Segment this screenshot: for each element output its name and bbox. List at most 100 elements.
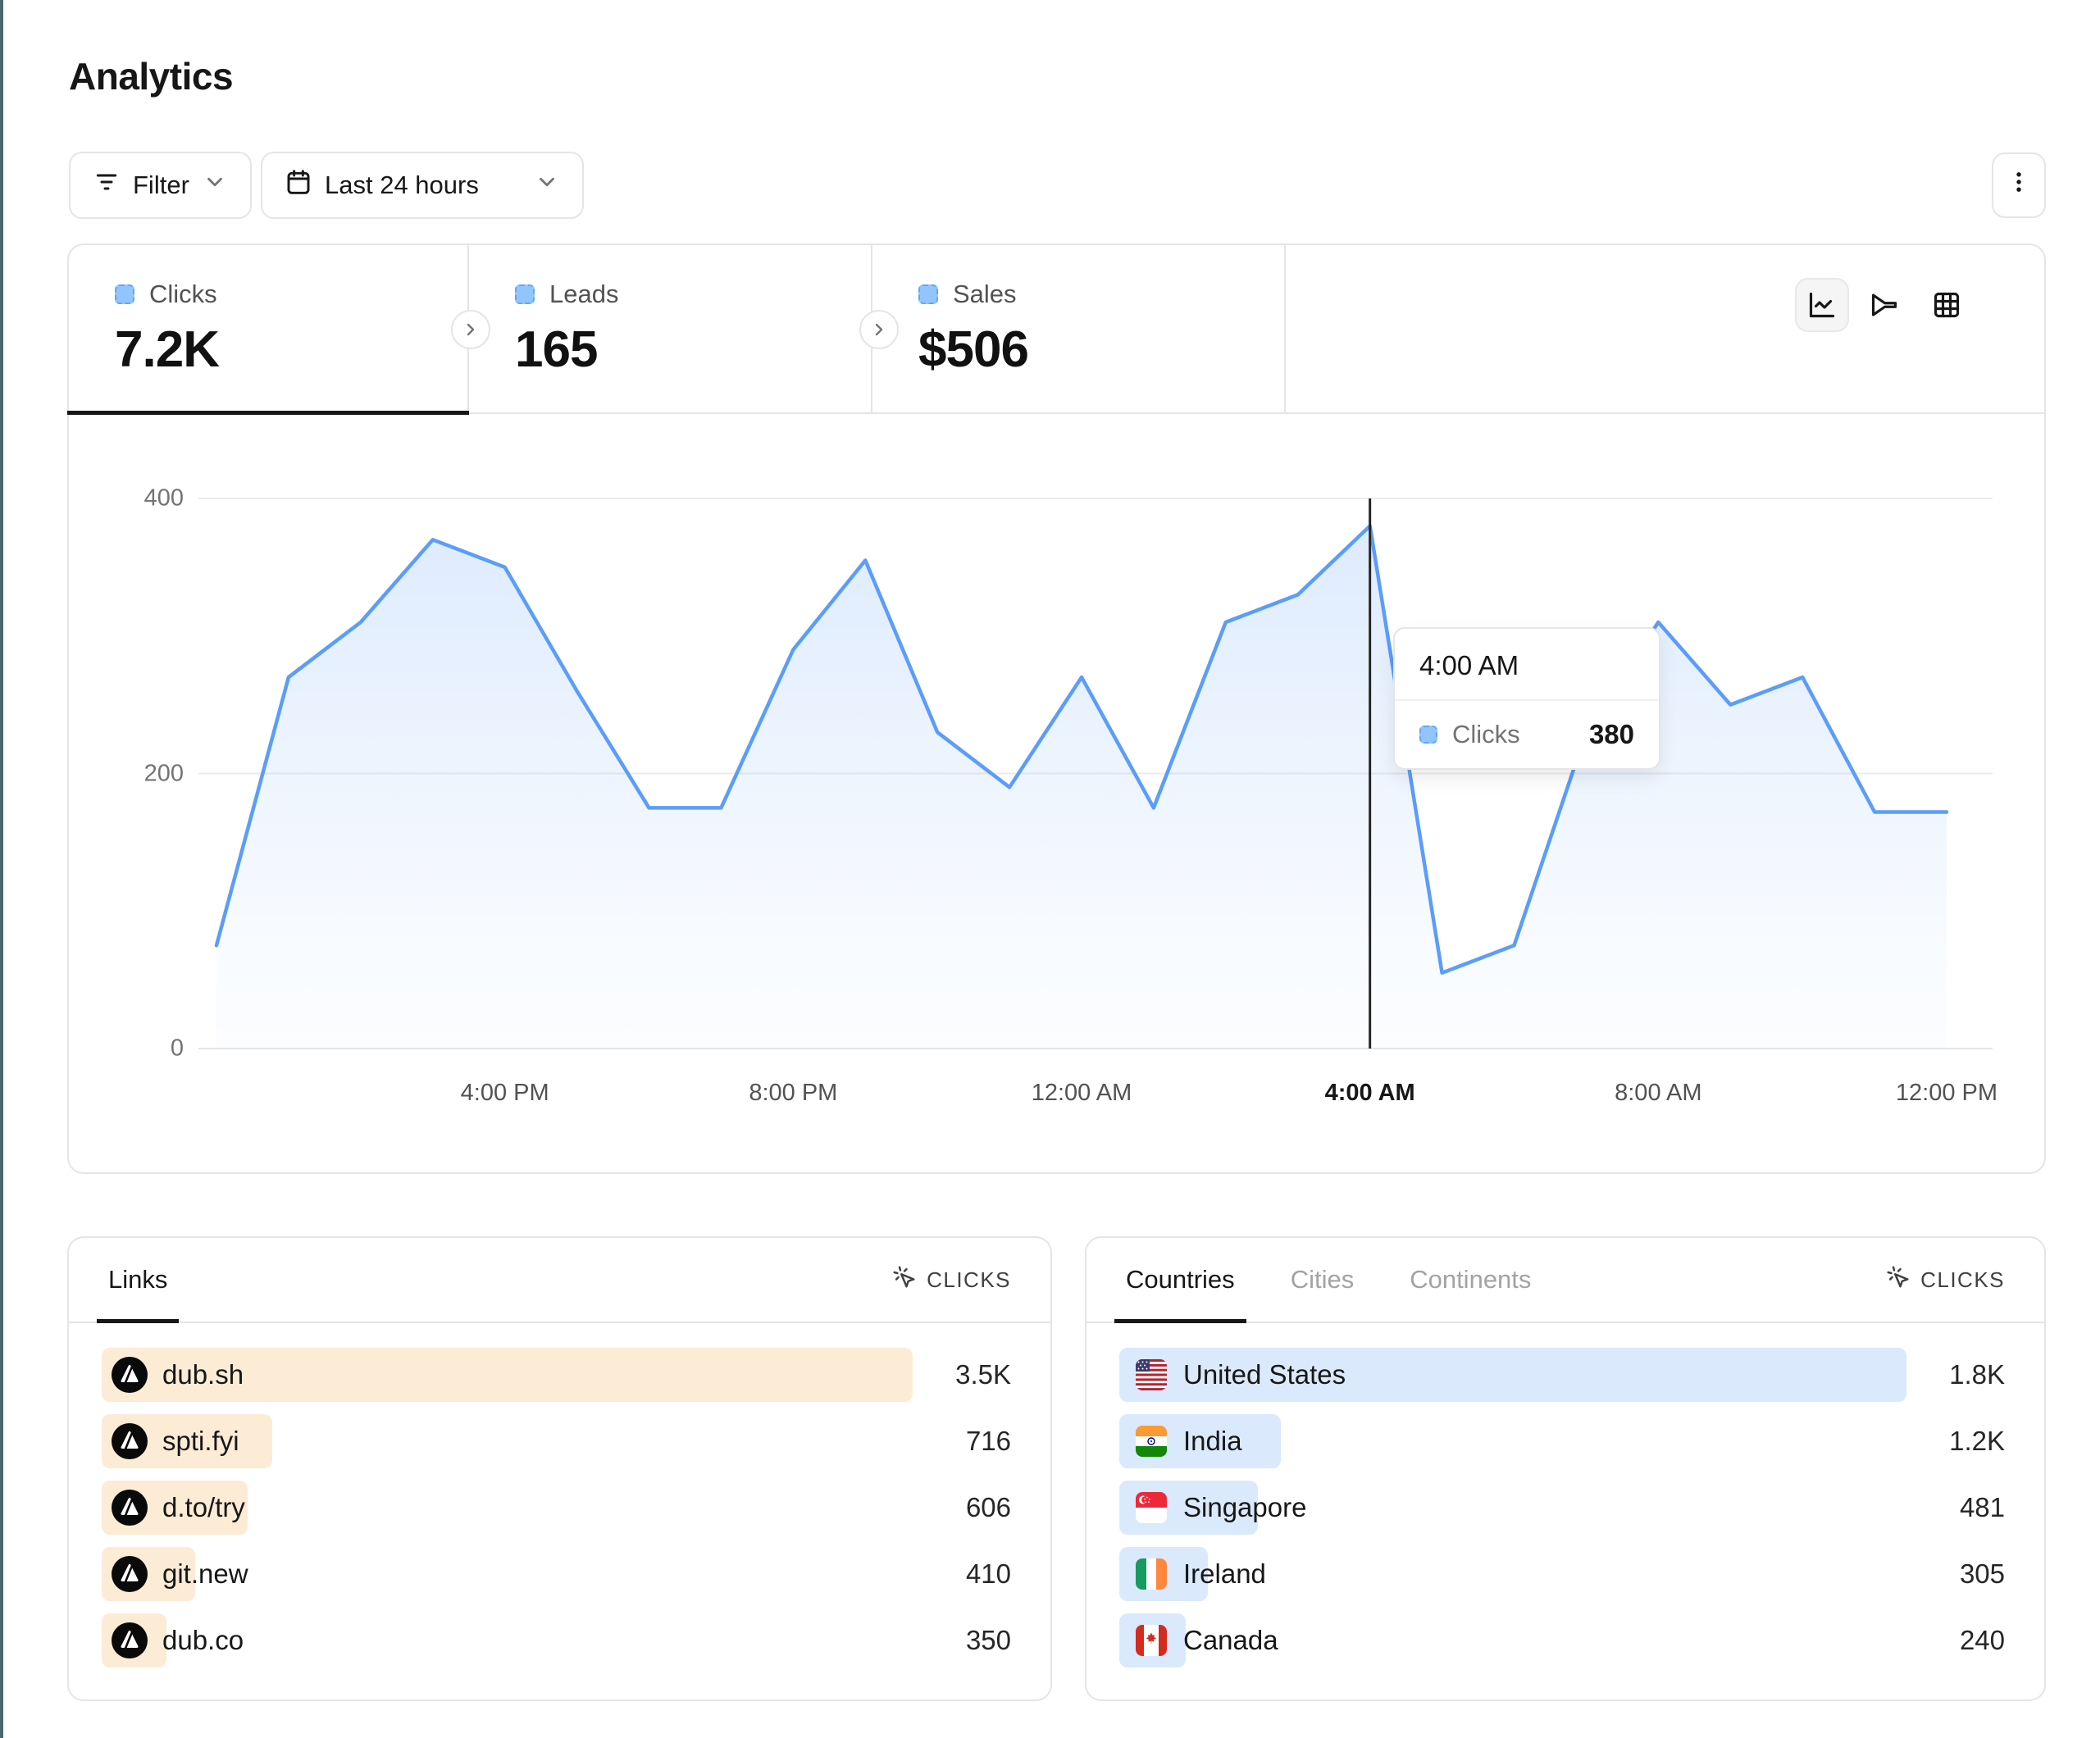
x-axis-tick: 4:00 PM [461, 1080, 549, 1107]
link-label: dub.co [162, 1625, 244, 1656]
active-tab-underline [67, 411, 469, 415]
metric-tabs: Clicks 7.2K Leads 165 Sales $506 [69, 245, 2044, 414]
x-axis-tick: 12:00 PM [1896, 1080, 1998, 1107]
links-metric-label: CLICKS [927, 1267, 1011, 1293]
funnel-chart-icon [1870, 290, 1899, 320]
country-row[interactable]: India 1.2K [1119, 1414, 2005, 1468]
flag-singapore-icon [1136, 1492, 1167, 1523]
clicks-legend-square-icon [115, 284, 134, 304]
x-axis-tick: 8:00 AM [1615, 1080, 1701, 1107]
expand-clicks-leads-button[interactable] [451, 310, 490, 349]
dub-logo-icon [112, 1423, 148, 1459]
country-label: India [1183, 1426, 1242, 1457]
country-clicks-value: 305 [1906, 1558, 2005, 1590]
chevron-down-icon [203, 170, 227, 201]
funnel-view-button[interactable] [1857, 278, 1911, 332]
link-label: d.to/try [162, 1492, 245, 1523]
dub-logo-icon [112, 1357, 148, 1393]
tab-links-label: Links [108, 1265, 167, 1294]
link-clicks-value: 3.5K [913, 1359, 1011, 1390]
tab-leads[interactable]: Leads 165 [469, 245, 872, 412]
country-clicks-value: 1.2K [1906, 1426, 2005, 1457]
cursor-click-icon [1886, 1265, 1911, 1295]
dub-logo-icon [112, 1490, 148, 1526]
line-chart-view-button[interactable] [1795, 278, 1849, 332]
tab-sales[interactable]: Sales $506 [872, 245, 1286, 412]
geo-panel: Countries Cities Continents CLICKS United … [1085, 1236, 2046, 1701]
link-row[interactable]: d.to/try 606 [102, 1481, 1011, 1535]
left-edge-accent [0, 0, 3, 1738]
chart-type-switcher [1795, 278, 1974, 332]
metric-value: 165 [515, 321, 871, 379]
flag-canada-icon [1136, 1625, 1167, 1656]
country-clicks-value: 240 [1906, 1625, 2005, 1656]
link-row[interactable]: dub.co 350 [102, 1613, 1011, 1667]
date-range-button[interactable]: Last 24 hours [261, 152, 584, 219]
link-row[interactable]: git.new 410 [102, 1547, 1011, 1601]
tooltip-series-label: Clicks [1452, 720, 1574, 749]
cursor-click-icon [892, 1265, 917, 1295]
chevron-right-icon [461, 320, 481, 339]
x-axis-tick: 12:00 AM [1032, 1080, 1132, 1107]
chart-tooltip: 4:00 AM Clicks 380 [1393, 627, 1660, 770]
metric-label: Clicks [149, 280, 217, 309]
metric-label: Leads [549, 280, 618, 309]
chevron-right-icon [869, 320, 889, 339]
link-clicks-value: 410 [913, 1558, 1011, 1590]
analytics-card: Clicks 7.2K Leads 165 Sales $506 [67, 243, 2046, 1174]
y-axis-tick: 200 [69, 760, 184, 787]
clicks-area-fill [216, 526, 1947, 1049]
link-clicks-value: 606 [913, 1492, 1011, 1523]
filter-button[interactable]: Filter [69, 152, 252, 219]
metric-value: 7.2K [115, 321, 467, 379]
tooltip-time: 4:00 AM [1395, 629, 1659, 701]
country-row[interactable]: Canada 240 [1119, 1613, 2005, 1667]
dub-logo-icon [112, 1556, 148, 1592]
dub-logo-icon [112, 1622, 148, 1658]
clicks-area-chart[interactable] [71, 444, 2039, 1100]
leads-legend-square-icon [515, 284, 535, 304]
link-clicks-value: 716 [913, 1426, 1011, 1457]
tab-continents[interactable]: Continents [1405, 1238, 1536, 1322]
line-chart-icon [1807, 290, 1837, 320]
tab-clicks[interactable]: Clicks 7.2K [69, 245, 469, 412]
x-axis-tick: 8:00 PM [749, 1080, 837, 1107]
country-clicks-value: 481 [1906, 1492, 2005, 1523]
kebab-menu-icon [2005, 168, 2033, 202]
y-axis-tick: 400 [69, 485, 184, 512]
chevron-down-icon [535, 170, 559, 201]
tooltip-value: 380 [1589, 719, 1634, 750]
tab-links[interactable]: Links [103, 1238, 172, 1322]
more-menu-button[interactable] [1992, 152, 2046, 218]
tab-countries[interactable]: Countries [1121, 1238, 1240, 1322]
link-row[interactable]: dub.sh 3.5K [102, 1348, 1011, 1402]
country-label: Singapore [1183, 1492, 1306, 1523]
link-label: spti.fyi [162, 1426, 239, 1457]
filter-button-label: Filter [133, 171, 189, 200]
y-axis-tick: 0 [69, 1035, 184, 1062]
country-row[interactable]: Singapore 481 [1119, 1481, 2005, 1535]
geo-metric-label: CLICKS [1920, 1267, 2005, 1293]
date-range-label: Last 24 hours [325, 171, 479, 200]
link-row[interactable]: spti.fyi 716 [102, 1414, 1011, 1468]
link-label: dub.sh [162, 1359, 244, 1390]
links-panel: Links CLICKS dub.sh 3.5K spti.fyi 716 d.to/t… [67, 1236, 1052, 1701]
clicks-legend-square-icon [1419, 726, 1437, 744]
country-label: Ireland [1183, 1558, 1266, 1590]
country-label: United States [1183, 1359, 1346, 1390]
country-label: Canada [1183, 1625, 1278, 1656]
filter-lines-icon [93, 169, 120, 202]
expand-leads-sales-button[interactable] [859, 310, 899, 349]
table-view-button[interactable] [1920, 278, 1974, 332]
metric-label: Sales [953, 280, 1017, 309]
country-clicks-value: 1.8K [1906, 1359, 2005, 1390]
link-label: git.new [162, 1558, 248, 1590]
country-row[interactable]: United States 1.8K [1119, 1348, 2005, 1402]
sales-legend-square-icon [918, 284, 938, 304]
metric-value: $506 [918, 321, 1284, 379]
x-axis-tick: 4:00 AM [1325, 1080, 1415, 1107]
tab-cities[interactable]: Cities [1286, 1238, 1360, 1322]
calendar-icon [285, 169, 312, 202]
country-row[interactable]: Ireland 305 [1119, 1547, 2005, 1601]
link-clicks-value: 350 [913, 1625, 1011, 1656]
